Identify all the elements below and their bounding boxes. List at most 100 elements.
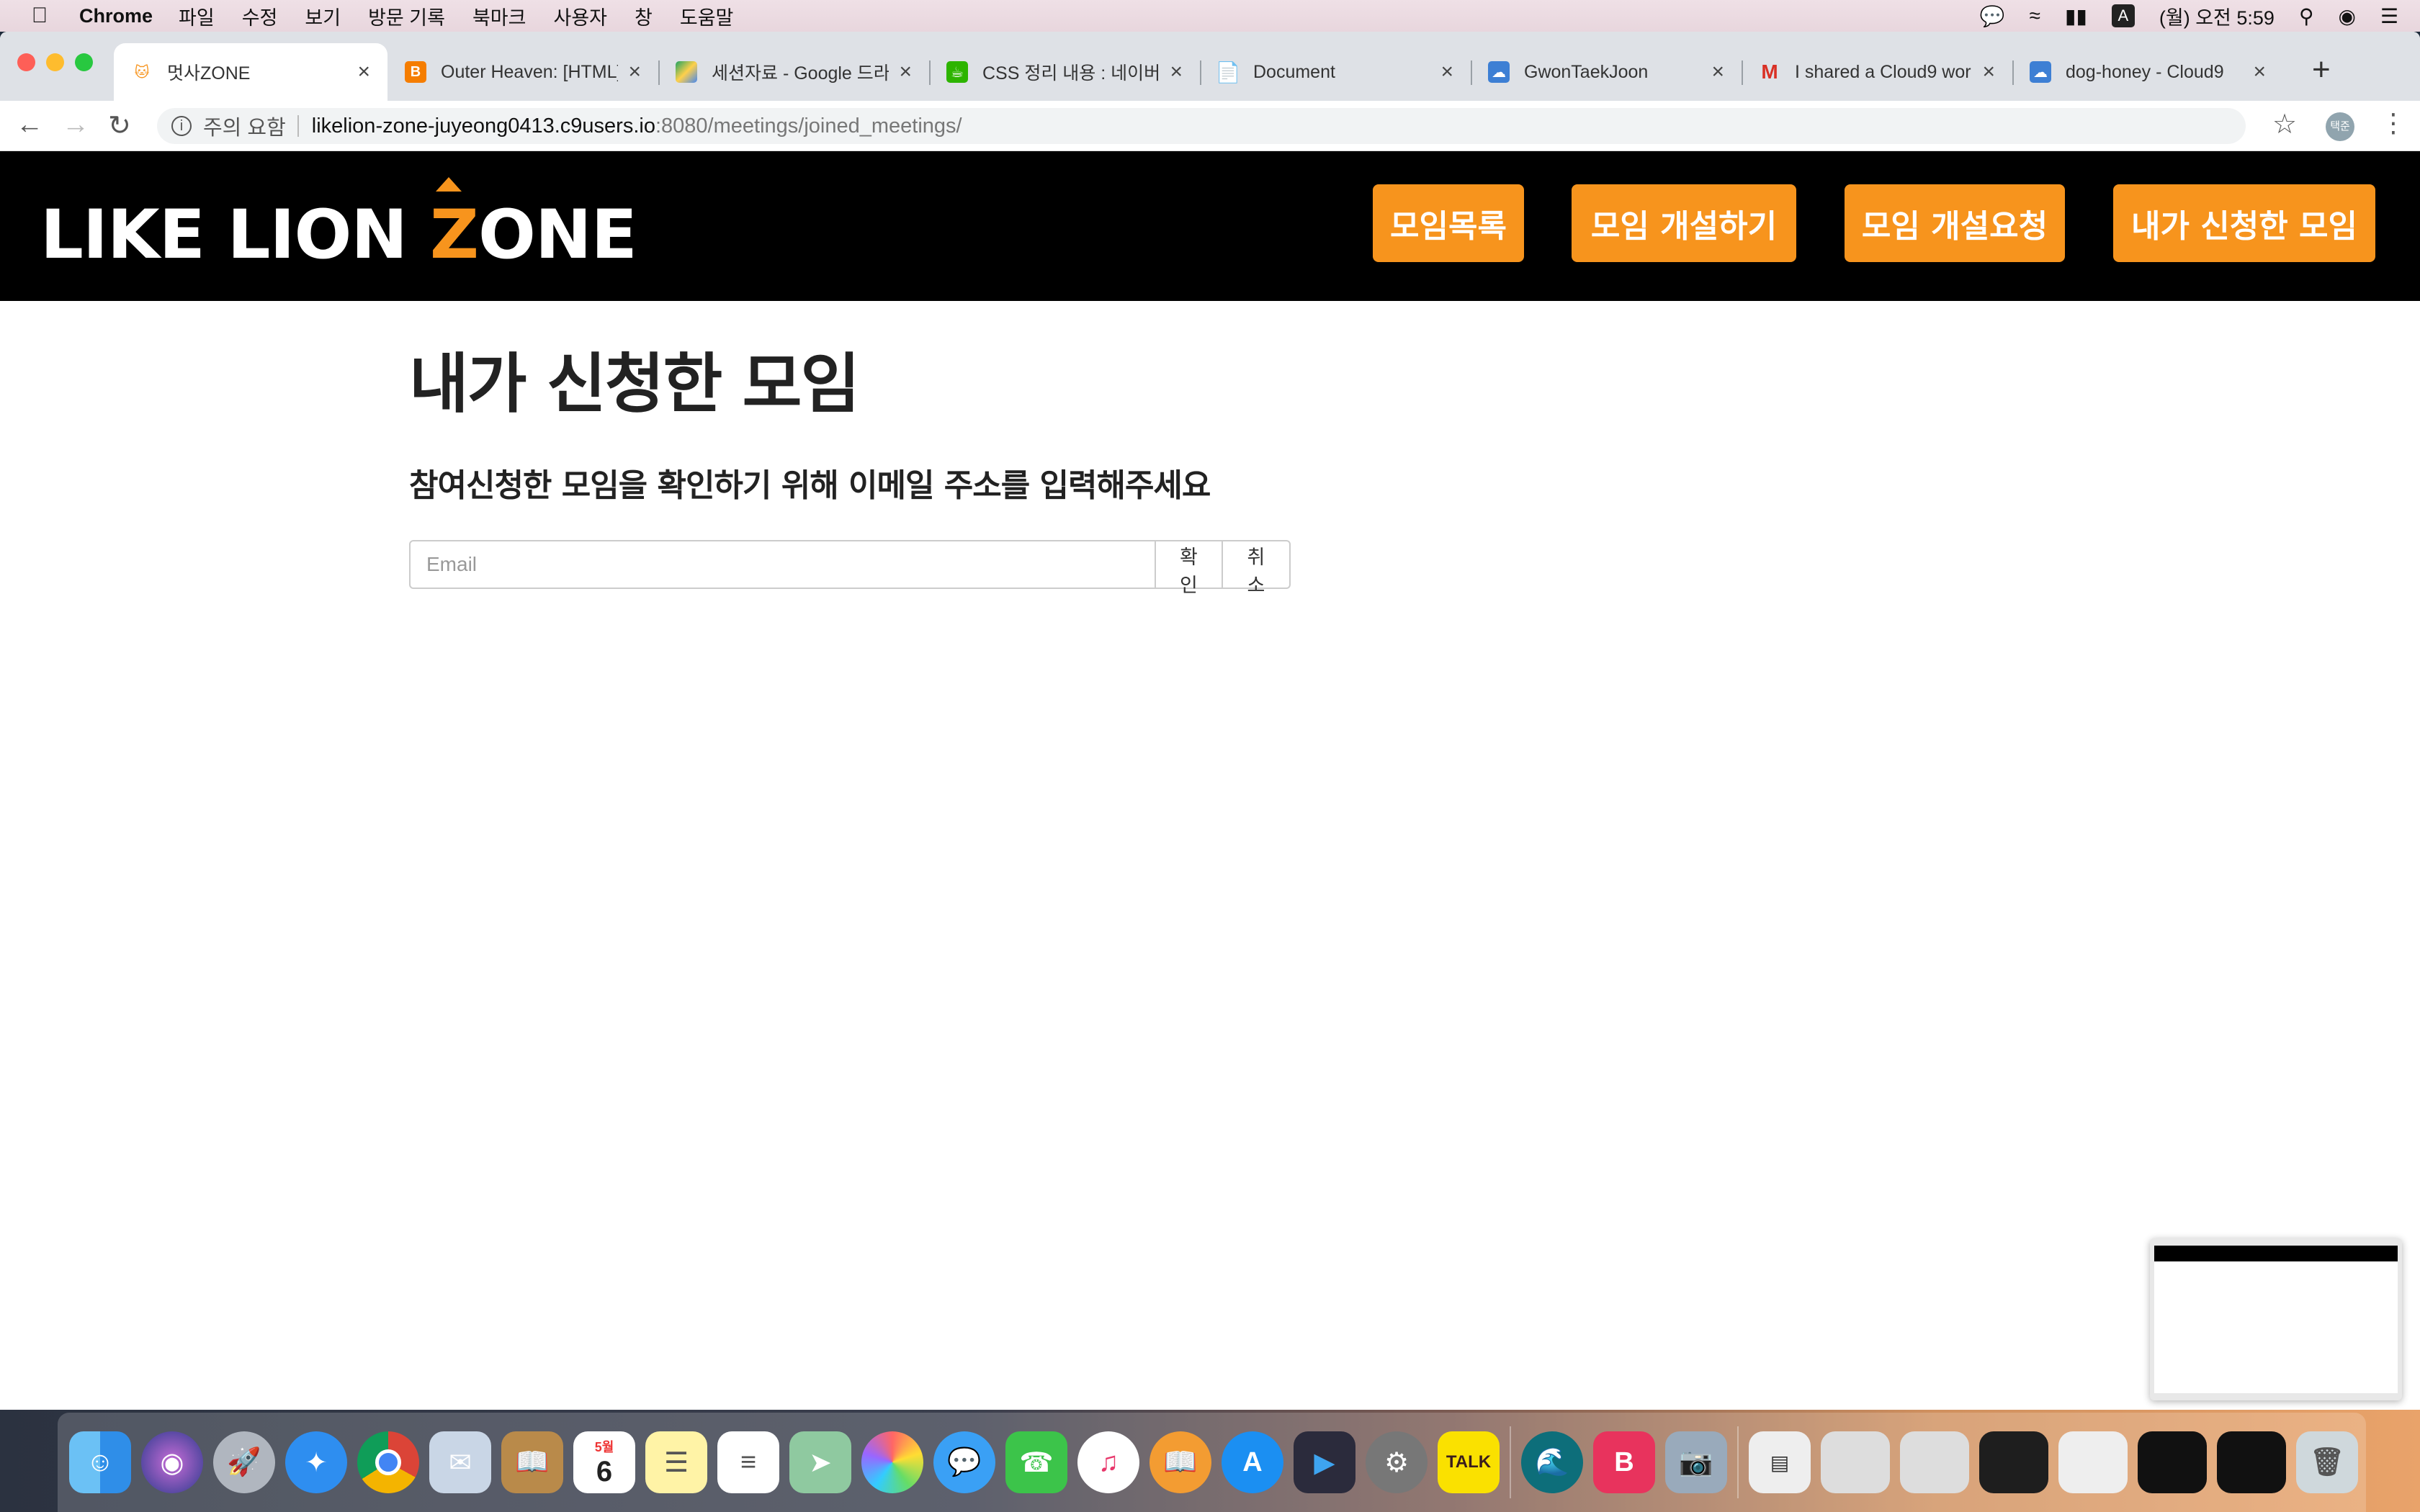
- menu-file[interactable]: 파일: [179, 2, 215, 30]
- tab-outer-heaven[interactable]: B Outer Heaven: [HTML] ×: [387, 43, 658, 101]
- app-store-icon[interactable]: A: [1222, 1431, 1283, 1493]
- menu-help[interactable]: 도움말: [680, 2, 734, 30]
- close-tab-icon[interactable]: ×: [1982, 60, 1995, 84]
- new-tab-button[interactable]: +: [2312, 52, 2331, 88]
- tab-gwontaekjoon[interactable]: ☁ GwonTaekJoon ×: [1471, 43, 1742, 101]
- screenshot-thumbnail[interactable]: [2150, 1238, 2402, 1400]
- tab-title: Outer Heaven: [HTML]: [441, 61, 619, 82]
- itunes-icon[interactable]: ♫: [1077, 1431, 1139, 1493]
- close-window-button[interactable]: [17, 53, 35, 71]
- chat-bubble-icon[interactable]: 💬: [1980, 4, 2005, 28]
- notes-icon[interactable]: ☰: [645, 1431, 707, 1493]
- messages-icon[interactable]: 💬: [933, 1431, 995, 1493]
- apple-menu-icon[interactable]: : [0, 4, 79, 28]
- confirm-button[interactable]: 확인: [1155, 540, 1224, 597]
- menu-people[interactable]: 사용자: [553, 2, 607, 30]
- photos-icon[interactable]: [861, 1431, 923, 1493]
- reminders-icon[interactable]: ≡: [717, 1431, 779, 1493]
- nav-meeting-list-button[interactable]: 모임목록: [1373, 184, 1524, 262]
- back-arrow-icon[interactable]: ←: [16, 109, 43, 140]
- email-input[interactable]: [409, 540, 1156, 589]
- tab-title: I shared a Cloud9 workspace: [1795, 61, 1972, 82]
- tab-gmail[interactable]: M I shared a Cloud9 workspace ×: [1742, 43, 2012, 101]
- tab-document[interactable]: 📄 Document ×: [1200, 43, 1471, 101]
- menu-window[interactable]: 창: [635, 2, 653, 30]
- system-preferences-icon[interactable]: ⚙: [1366, 1431, 1428, 1493]
- menu-app-name[interactable]: Chrome: [79, 5, 153, 27]
- preview-icon[interactable]: 📷: [1665, 1431, 1727, 1493]
- safari-icon[interactable]: ✦: [285, 1431, 347, 1493]
- close-tab-icon[interactable]: ×: [899, 60, 912, 84]
- window-thumbnail-1-icon[interactable]: [1821, 1431, 1890, 1493]
- window-thumbnail-2-icon[interactable]: [1900, 1431, 1969, 1493]
- nav-create-meeting-button[interactable]: 모임 개설하기: [1572, 184, 1796, 262]
- close-tab-icon[interactable]: ×: [357, 60, 370, 84]
- cancel-button[interactable]: 취소: [1223, 540, 1291, 597]
- battery-icon[interactable]: ▮▮: [2065, 4, 2087, 28]
- lion-favicon-icon: 🐱: [134, 64, 150, 81]
- close-tab-icon[interactable]: ×: [1711, 60, 1724, 84]
- siri-icon[interactable]: ◉: [141, 1431, 203, 1493]
- email-form: 확인 취소: [409, 540, 1291, 597]
- chrome-menu-icon[interactable]: ⋮: [2380, 108, 2406, 138]
- chrome-icon[interactable]: [357, 1431, 419, 1493]
- input-source-icon[interactable]: A: [2111, 4, 2135, 27]
- maps-icon[interactable]: ➤: [789, 1431, 851, 1493]
- wifi-icon[interactable]: ≈: [2030, 4, 2040, 27]
- contacts-icon[interactable]: 📖: [501, 1431, 563, 1493]
- menubar-status-area: 💬 ≈ ▮▮ A (월) 오전 5:59 ⚲ ◉ ☰: [1980, 0, 2398, 32]
- cloud9-favicon-icon: ☁: [2030, 61, 2051, 83]
- blogger-favicon-icon: B: [405, 61, 426, 83]
- window-thumbnail-3-icon[interactable]: [1979, 1431, 2048, 1493]
- nav-request-meeting-button[interactable]: 모임 개설요청: [1845, 184, 2065, 262]
- profile-avatar[interactable]: 택준: [2326, 112, 2354, 141]
- security-status[interactable]: 주의 요함: [203, 111, 286, 141]
- address-bar[interactable]: i 주의 요함 likelion-zone-juyeong0413.c9user…: [157, 108, 2246, 144]
- minimize-window-button[interactable]: [46, 53, 64, 71]
- trash-icon[interactable]: 🗑: [2296, 1431, 2358, 1493]
- tab-title: dog-honey - Cloud9: [2066, 61, 2224, 82]
- menu-view[interactable]: 보기: [305, 2, 341, 30]
- nav-my-meetings-button[interactable]: 내가 신청한 모임: [2113, 184, 2375, 262]
- site-navbar: LIKE LION ZONE 모임목록 모임 개설하기 모임 개설요청 내가 신…: [0, 151, 2420, 301]
- gmail-favicon-icon: M: [1761, 60, 1778, 83]
- tab-dog-honey[interactable]: ☁ dog-honey - Cloud9 ×: [2012, 43, 2283, 101]
- bookmark-star-icon[interactable]: ☆: [2272, 108, 2297, 140]
- notification-center-icon[interactable]: ☰: [2380, 4, 2398, 28]
- documents-stack-icon[interactable]: ▤: [1749, 1431, 1811, 1493]
- menu-bookmarks[interactable]: 북마크: [472, 2, 526, 30]
- maximize-window-button[interactable]: [75, 53, 93, 71]
- spotlight-search-icon[interactable]: ⚲: [2299, 4, 2314, 28]
- bear-notes-icon[interactable]: B: [1593, 1431, 1655, 1493]
- calendar-icon[interactable]: 5월 6: [573, 1431, 635, 1493]
- mail-eagle-icon[interactable]: ✉: [429, 1431, 491, 1493]
- forward-arrow-icon[interactable]: →: [62, 109, 89, 140]
- tab-naver-cafe[interactable]: ☕ CSS 정리 내용 : 네이버 카페 ×: [929, 43, 1200, 101]
- close-tab-icon[interactable]: ×: [2253, 60, 2266, 84]
- menu-edit[interactable]: 수정: [242, 2, 278, 30]
- site-logo[interactable]: LIKE LION ZONE: [40, 177, 637, 269]
- window-thumbnail-4-icon[interactable]: [2058, 1431, 2128, 1493]
- launchpad-icon[interactable]: 🚀: [213, 1431, 275, 1493]
- reload-icon[interactable]: ↻: [108, 109, 131, 142]
- google-drive-favicon-icon: [676, 61, 697, 83]
- tab-meotsa-zone[interactable]: 🐱 멋사ZONE ×: [114, 43, 387, 101]
- whale-browser-icon[interactable]: 🌊: [1521, 1431, 1583, 1493]
- siri-icon[interactable]: ◉: [2338, 4, 2355, 28]
- close-tab-icon[interactable]: ×: [628, 60, 641, 84]
- info-icon[interactable]: i: [171, 116, 192, 136]
- macos-dock: ☺ ◉ 🚀 ✦ ✉ 📖 5월 6 ☰ ≡ ➤ 💬 ☎ ♫ 📖 A ▶ ⚙ TALK…: [58, 1413, 2366, 1512]
- menubar-clock[interactable]: (월) 오전 5:59: [2159, 2, 2275, 30]
- close-tab-icon[interactable]: ×: [1170, 60, 1183, 84]
- books-icon[interactable]: 📖: [1150, 1431, 1211, 1493]
- tab-google-drive[interactable]: 세션자료 - Google 드라이브 ×: [658, 43, 929, 101]
- menu-history[interactable]: 방문 기록: [368, 2, 445, 30]
- kakaotalk-icon[interactable]: TALK: [1438, 1431, 1500, 1493]
- facetime-icon[interactable]: ☎: [1005, 1431, 1067, 1493]
- vscode-icon[interactable]: ▶: [1294, 1431, 1355, 1493]
- macos-menubar:  Chrome 파일 수정 보기 방문 기록 북마크 사용자 창 도움말 💬 …: [0, 0, 2420, 32]
- window-thumbnail-6-icon[interactable]: [2217, 1431, 2286, 1493]
- finder-icon[interactable]: ☺: [69, 1431, 131, 1493]
- close-tab-icon[interactable]: ×: [1440, 60, 1453, 84]
- window-thumbnail-5-icon[interactable]: [2138, 1431, 2207, 1493]
